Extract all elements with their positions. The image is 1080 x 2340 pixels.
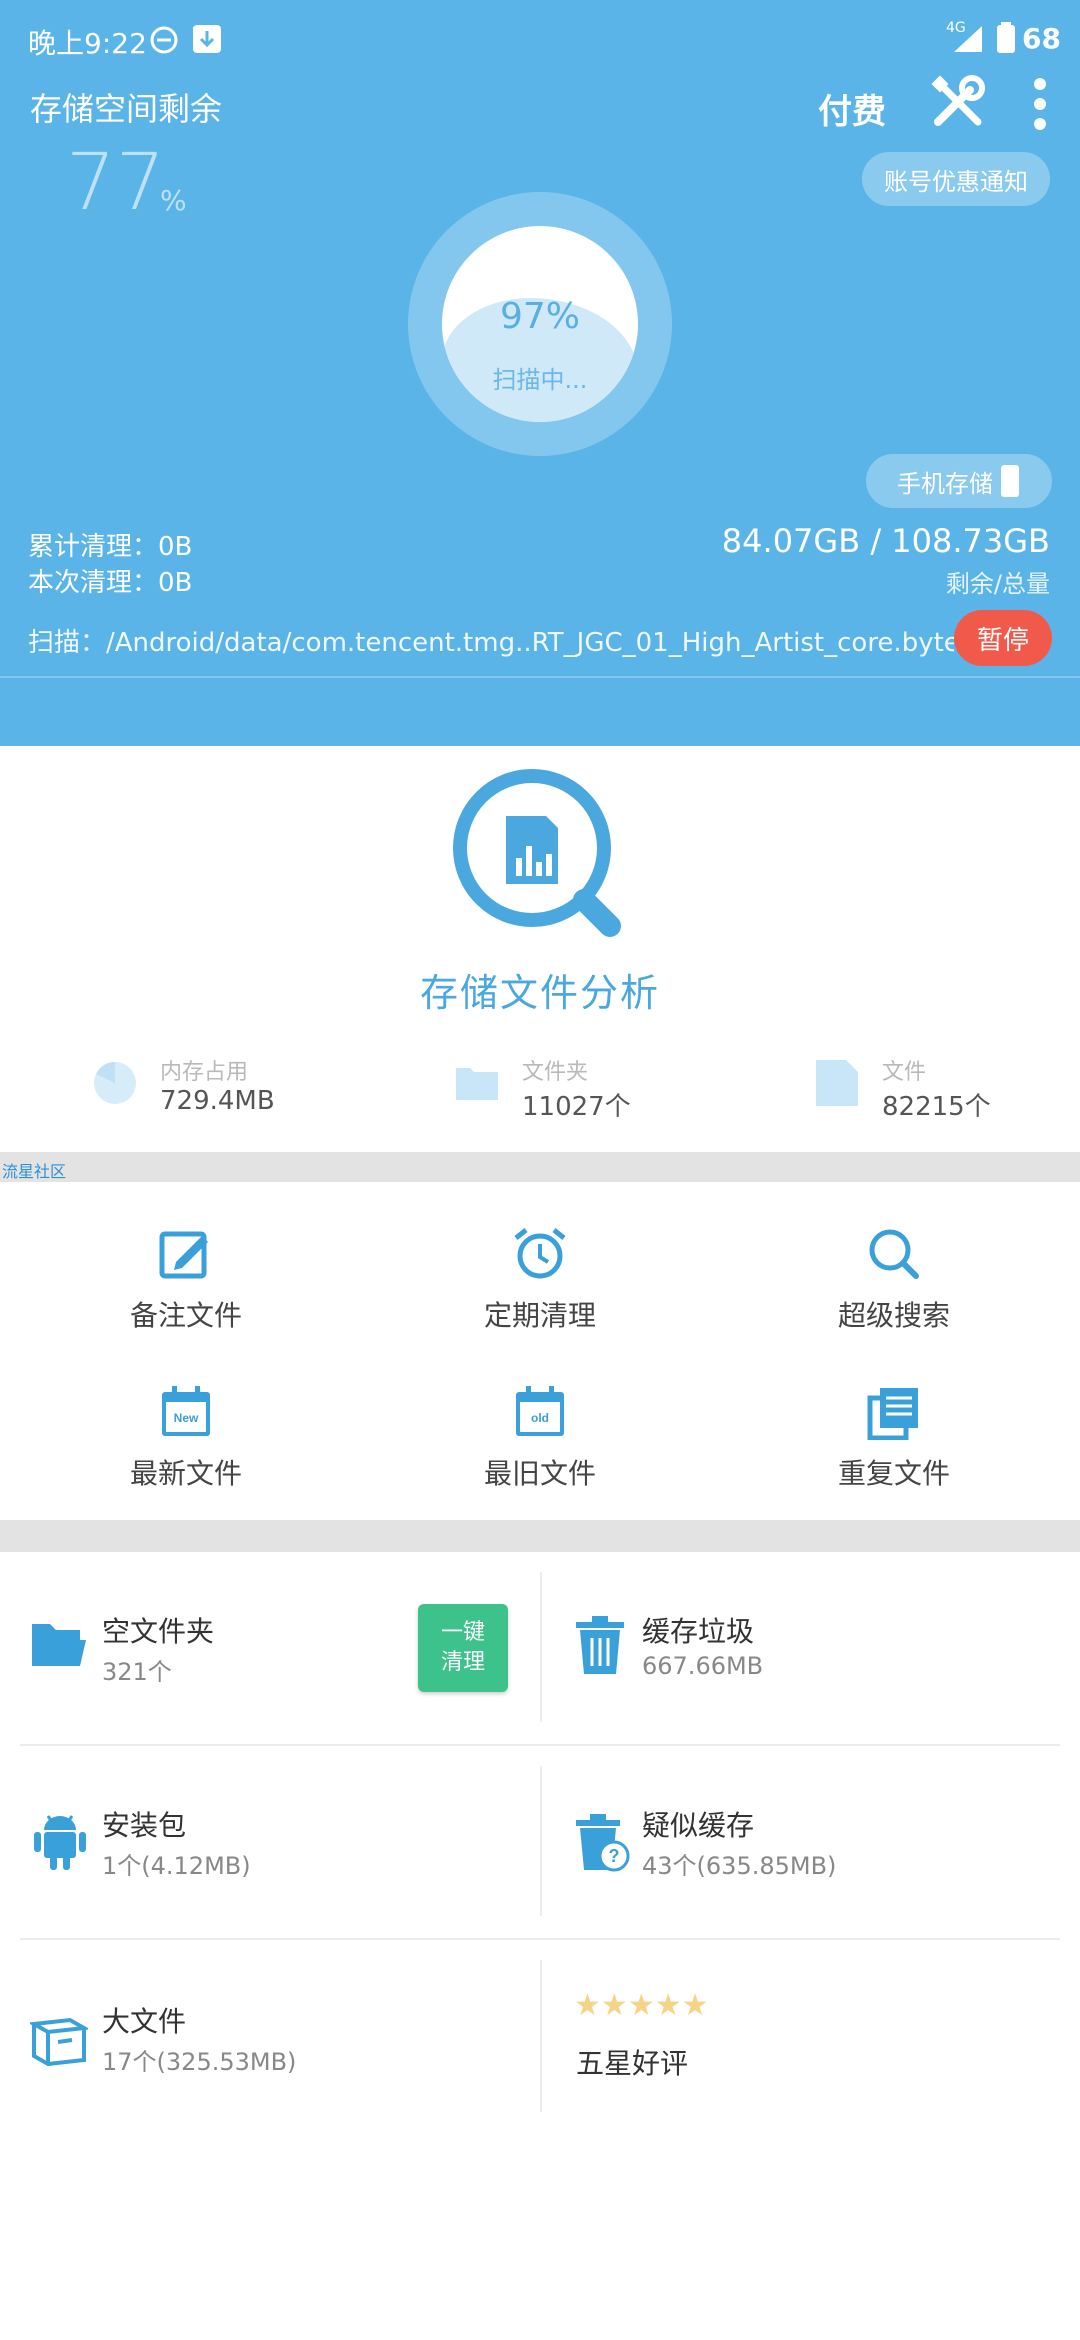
storage-label: 存储空间剩余: [30, 90, 223, 128]
open-folder-icon: [32, 1624, 86, 1666]
battery-level: 68: [1022, 22, 1061, 55]
trash-can-icon: [576, 1616, 624, 1674]
percent-sign: %: [160, 184, 187, 217]
file-icon: [816, 1060, 858, 1106]
paid-button[interactable]: 付费: [818, 84, 886, 133]
svg-text:?: ?: [609, 1846, 620, 1866]
tool-label: 超级搜索: [837, 1299, 950, 1332]
scan-path: 扫描：/Android/data/com.tencent.tmg..RT_JGC…: [28, 628, 954, 658]
tool-note-files[interactable]: 备注文件: [76, 1226, 296, 1334]
promo-notice-button[interactable]: 账号优惠通知: [862, 152, 1050, 206]
search-icon: [869, 1229, 919, 1279]
tools-icon[interactable]: [930, 74, 986, 130]
memory-usage-label: 内存占用: [160, 1060, 249, 1085]
tool-newest-files[interactable]: New 最新文件: [76, 1384, 296, 1492]
edit-icon: [159, 1231, 208, 1279]
total-cleaned: 累计清理：0B: [28, 532, 193, 562]
tool-label: 定期清理: [483, 1299, 596, 1332]
cache-trash-title: 缓存垃圾: [642, 1615, 755, 1648]
scan-progress-percent: 97%: [499, 296, 580, 337]
empty-folder-title: 空文件夹: [102, 1615, 215, 1648]
section-separator: [0, 1152, 1080, 1182]
storage-caption: 剩余/总量: [945, 570, 1050, 598]
this-cleaned: 本次清理：0B: [28, 568, 193, 598]
star-icon: ★: [654, 1988, 682, 2023]
one-click-clean-button[interactable]: 一键 清理: [418, 1604, 508, 1692]
calendar-badge: New: [174, 1411, 199, 1425]
big-files-title: 大文件: [102, 2005, 187, 2038]
suspect-cache-count: 43个(635.85MB): [642, 1852, 837, 1880]
phone-storage-button[interactable]: 手机存储: [866, 454, 1052, 508]
big-files-count: 17个(325.53MB): [102, 2048, 297, 2076]
duplicate-file-icon: [867, 1388, 918, 1440]
folder-count-value: 11027个: [522, 1092, 631, 1122]
download-icon: [193, 25, 221, 53]
row-divider: [20, 1938, 1060, 1940]
tool-super-search[interactable]: 超级搜索: [784, 1226, 1004, 1334]
apk-count: 1个(4.12MB): [102, 1852, 251, 1880]
calendar-new-icon: New: [162, 1386, 210, 1436]
pause-button[interactable]: 暂停: [954, 610, 1052, 666]
folder-count-label: 文件夹: [522, 1060, 589, 1085]
pie-chart-icon: [94, 1062, 136, 1104]
suspect-cache-title: 疑似缓存: [642, 1809, 755, 1842]
tool-label: 最旧文件: [483, 1457, 596, 1490]
five-star-rating-cell[interactable]: [542, 1960, 1080, 2112]
tool-label: 最新文件: [129, 1457, 242, 1490]
alarm-clock-icon: [514, 1228, 566, 1279]
star-icon: ★: [627, 1988, 655, 2023]
do-not-disturb-icon: [150, 26, 178, 54]
star-icon: ★: [574, 1988, 601, 2023]
section-separator: [0, 1520, 1080, 1552]
star-icon: ★: [681, 1988, 709, 2023]
header: 晚上9:22 4G 68 存储空间剩余 付费 77 % 账号优惠通知 97% 扫…: [0, 0, 1080, 746]
tool-label: 重复文件: [837, 1457, 950, 1490]
status-time: 晚上9:22: [28, 27, 147, 60]
empty-folder-count: 321个: [102, 1658, 172, 1686]
box-icon: [30, 2017, 88, 2066]
tool-scheduled-clean[interactable]: 定期清理: [430, 1226, 650, 1334]
tool-duplicate-files[interactable]: 重复文件: [784, 1384, 1004, 1492]
row-divider: [20, 1744, 1060, 1746]
clean-button-line1: 一键: [440, 1620, 485, 1645]
folder-icon: [456, 1068, 498, 1100]
apk-title: 安装包: [102, 1809, 187, 1842]
calendar-old-icon: old: [516, 1386, 564, 1436]
storage-percent: 77: [66, 138, 166, 228]
rating-title: 五星好评: [576, 2047, 689, 2080]
analysis-title[interactable]: 存储文件分析: [0, 962, 1080, 1017]
file-count-label: 文件: [882, 1060, 927, 1085]
android-icon: [34, 1815, 86, 1870]
tool-label: 备注文件: [129, 1299, 242, 1332]
storage-values: 84.07GB / 108.73GB: [721, 522, 1050, 560]
cache-trash-size: 667.66MB: [642, 1652, 764, 1680]
clean-button-line2: 清理: [440, 1650, 485, 1675]
suspect-trash-icon: ?: [576, 1814, 630, 1872]
tool-oldest-files[interactable]: old 最旧文件: [430, 1384, 650, 1492]
phone-icon: [1001, 465, 1019, 497]
storage-analysis-icon[interactable]: [450, 766, 630, 946]
more-menu-icon[interactable]: [1028, 76, 1052, 132]
scan-progress-circle: 97% 扫描中...: [442, 226, 638, 422]
file-count-value: 82215个: [882, 1092, 991, 1122]
calendar-badge: old: [531, 1411, 549, 1425]
star-icon: ★: [600, 1988, 628, 2023]
community-link[interactable]: 流星社区: [2, 1158, 66, 1182]
phone-storage-label: 手机存储: [897, 469, 993, 498]
signal-icon: [954, 26, 982, 52]
memory-usage-value: 729.4MB: [160, 1086, 275, 1116]
scan-status: 扫描中...: [492, 366, 588, 394]
battery-icon: [997, 22, 1015, 53]
star-rating: ★★★★★: [574, 1988, 709, 2023]
header-divider: [0, 676, 1080, 678]
